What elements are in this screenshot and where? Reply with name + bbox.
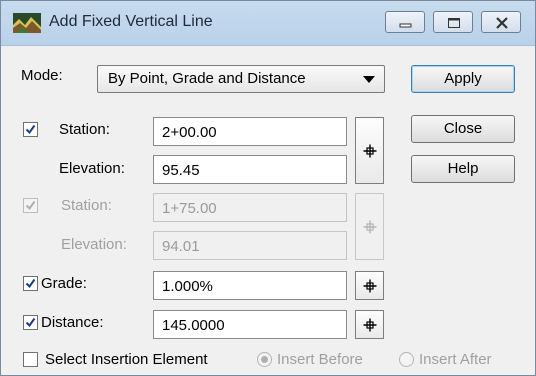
grade-input[interactable]: 1.000% (153, 271, 347, 300)
minimize-button[interactable] (385, 11, 425, 33)
mode-dropdown[interactable]: By Point, Grade and Distance (97, 65, 385, 93)
check-icon (25, 317, 36, 328)
minimize-icon (399, 23, 412, 28)
station-checkbox[interactable] (23, 122, 38, 137)
close-window-button[interactable] (481, 11, 521, 33)
locate-distance-button[interactable] (355, 310, 384, 339)
apply-button[interactable]: Apply (411, 65, 515, 93)
check-icon (25, 278, 36, 289)
grade-label: Grade: (41, 275, 87, 292)
elevation2-input: 94.01 (153, 231, 347, 260)
mode-value: By Point, Grade and Distance (108, 70, 306, 87)
insert-before-radio (257, 352, 272, 367)
maximize-button[interactable] (433, 11, 473, 33)
crosshair-icon (363, 144, 376, 157)
insert-after-radio (399, 352, 414, 367)
road-profile-icon (13, 13, 41, 33)
crosshair-icon (363, 279, 376, 292)
locate-grade-button[interactable] (355, 271, 384, 300)
locate-point-button[interactable] (355, 117, 384, 184)
grade-checkbox[interactable] (23, 276, 38, 291)
distance-label: Distance: (41, 314, 104, 331)
select-insertion-label: Select Insertion Element (45, 351, 208, 368)
elevation-input[interactable]: 95.45 (153, 155, 347, 184)
maximize-icon (448, 18, 460, 28)
radio-dot (261, 356, 268, 363)
title-bar[interactable]: Add Fixed Vertical Line (1, 1, 535, 46)
station2-checkbox (23, 198, 38, 213)
insert-before-label: Insert Before (277, 351, 363, 368)
window-title: Add Fixed Vertical Line (49, 13, 213, 30)
check-icon (25, 124, 36, 135)
station2-input: 1+75.00 (153, 193, 347, 222)
chevron-down-icon (363, 76, 375, 83)
locate-point2-button (355, 193, 384, 260)
insert-after-label: Insert After (419, 351, 492, 368)
distance-checkbox[interactable] (23, 315, 38, 330)
station-label: Station: (59, 121, 110, 138)
select-insertion-checkbox[interactable] (23, 352, 38, 367)
close-button[interactable]: Close (411, 115, 515, 143)
mode-label: Mode: (21, 67, 63, 84)
distance-input[interactable]: 145.0000 (153, 310, 347, 339)
help-button[interactable]: Help (411, 155, 515, 183)
check-icon (25, 200, 36, 211)
elevation-label: Elevation: (59, 160, 125, 177)
station2-label: Station: (61, 197, 112, 214)
dialog-window: Add Fixed Vertical Line Mode: By Point, … (0, 0, 536, 376)
station-input[interactable]: 2+00.00 (153, 117, 347, 146)
crosshair-icon (363, 220, 376, 233)
crosshair-icon (363, 318, 376, 331)
elevation2-label: Elevation: (61, 236, 127, 253)
close-icon (496, 17, 508, 29)
